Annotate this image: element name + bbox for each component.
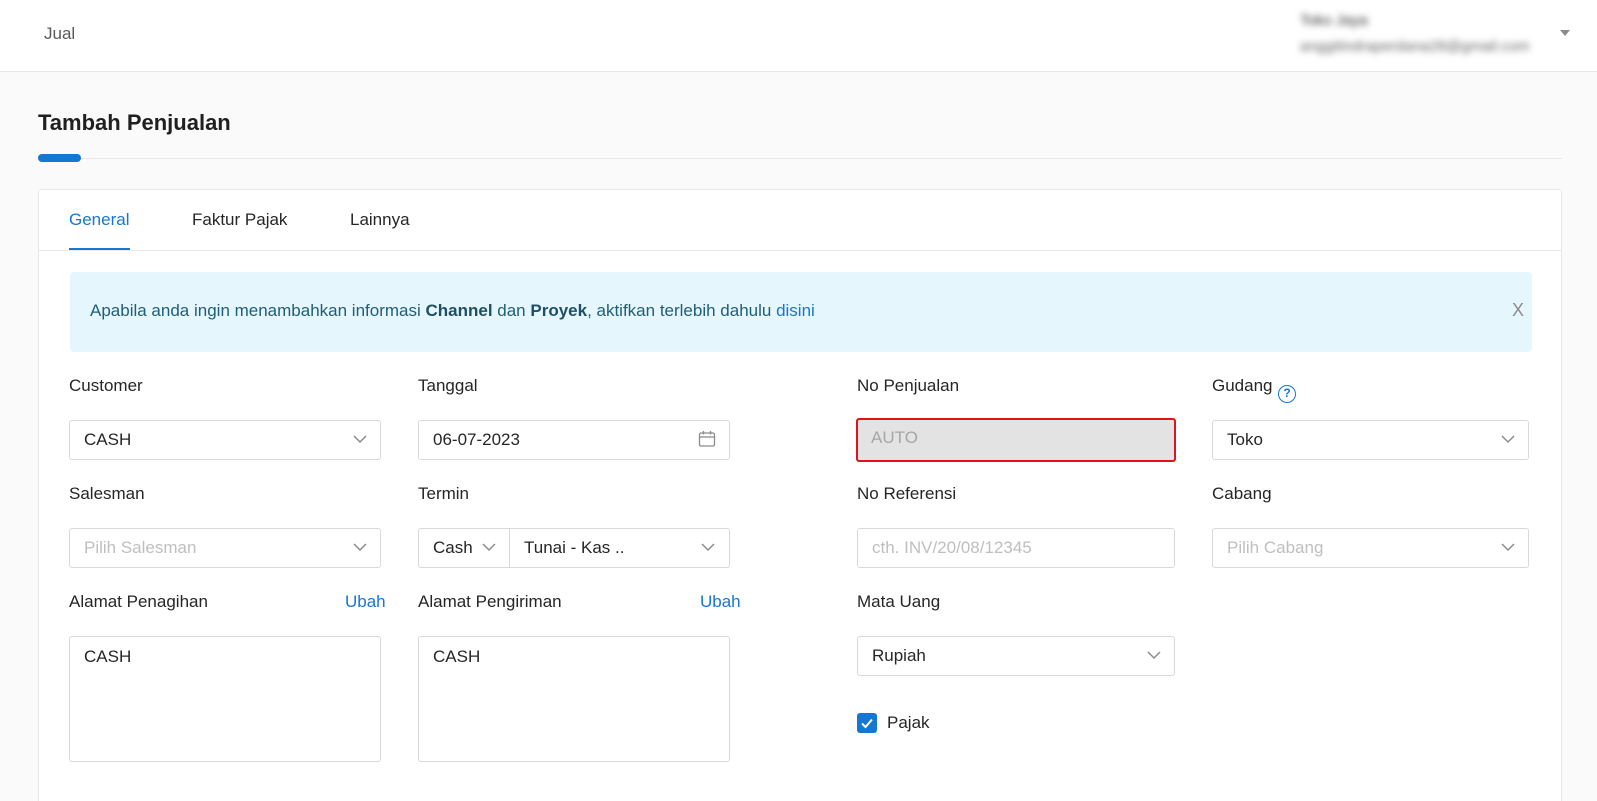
no-referensi-placeholder: cth. INV/20/08/12345 xyxy=(872,538,1032,557)
termin-group: Cash Tunai - Kas .. xyxy=(418,528,730,568)
pajak-label[interactable]: Pajak xyxy=(887,713,930,733)
termin-type-select[interactable]: Cash xyxy=(419,529,509,567)
user-email: anggitindraperdana28@gmail.com xyxy=(1300,38,1530,55)
customer-label: Customer xyxy=(69,376,143,395)
termin-account-value: Tunai - Kas .. xyxy=(524,538,625,557)
title-accent-bar xyxy=(38,154,81,162)
user-name: Toko Jaya xyxy=(1300,12,1368,29)
check-icon xyxy=(861,718,873,729)
help-icon[interactable]: ? xyxy=(1278,385,1296,403)
customer-value: CASH xyxy=(84,430,132,449)
alamat-penagihan-value: CASH xyxy=(84,647,132,666)
chevron-down-icon xyxy=(1501,435,1515,444)
chevron-down-icon xyxy=(1501,543,1515,552)
alert-proyek: Proyek xyxy=(530,301,588,320)
salesman-placeholder: Pilih Salesman xyxy=(84,538,197,557)
mata-uang-value: Rupiah xyxy=(872,646,926,665)
alamat-pengiriman-value: CASH xyxy=(433,647,481,666)
no-referensi-label: No Referensi xyxy=(857,484,957,503)
pajak-checkbox[interactable] xyxy=(857,713,877,733)
tanggal-datepicker[interactable]: 06-07-2023 xyxy=(418,420,730,460)
tanggal-label: Tanggal xyxy=(418,376,478,395)
gudang-value: Toko xyxy=(1227,430,1263,449)
title-divider xyxy=(38,158,1562,159)
chevron-down-icon xyxy=(353,435,367,444)
alamat-pengiriman-textarea[interactable]: CASH xyxy=(418,636,730,762)
alamat-penagihan-label: Alamat Penagihan xyxy=(69,592,208,611)
tab-lainnya[interactable]: Lainnya xyxy=(350,210,410,230)
caret-down-icon[interactable] xyxy=(1560,30,1570,36)
salesman-label: Salesman xyxy=(69,484,145,503)
cabang-placeholder: Pilih Cabang xyxy=(1227,538,1324,557)
page-title: Tambah Penjualan xyxy=(38,110,231,135)
info-alert: Apabila anda ingin menambahkan informasi… xyxy=(70,272,1532,352)
alert-channel: Channel xyxy=(425,301,493,320)
chevron-down-icon xyxy=(1147,651,1161,660)
user-menu[interactable]: Toko Jaya anggitindraperdana28@gmail.com xyxy=(1300,10,1560,60)
gudang-select[interactable]: Toko xyxy=(1212,420,1529,460)
ubah-pengiriman-link[interactable]: Ubah xyxy=(700,592,741,612)
tab-faktur-pajak[interactable]: Faktur Pajak xyxy=(192,210,287,230)
mata-uang-select[interactable]: Rupiah xyxy=(857,636,1175,676)
no-penjualan-input[interactable]: AUTO xyxy=(856,418,1176,462)
cabang-select[interactable]: Pilih Cabang xyxy=(1212,528,1529,568)
top-bar: Jual Toko Jaya anggitindraperdana28@gmai… xyxy=(0,0,1597,72)
alert-link-disini[interactable]: disini xyxy=(776,301,815,320)
no-referensi-input[interactable]: cth. INV/20/08/12345 xyxy=(857,528,1175,568)
tab-general[interactable]: General xyxy=(69,210,129,230)
tab-bar: General Faktur Pajak Lainnya xyxy=(39,190,1561,251)
breadcrumb[interactable]: Jual xyxy=(44,24,75,44)
salesman-select[interactable]: Pilih Salesman xyxy=(69,528,381,568)
termin-type-value: Cash xyxy=(433,538,473,557)
close-icon[interactable]: X xyxy=(1512,300,1524,321)
mata-uang-label: Mata Uang xyxy=(857,592,941,611)
alamat-pengiriman-label: Alamat Pengiriman xyxy=(418,592,562,611)
termin-account-select[interactable]: Tunai - Kas .. xyxy=(510,529,729,567)
cabang-label: Cabang xyxy=(1212,484,1272,503)
gudang-label: Gudang xyxy=(1212,376,1273,395)
active-tab-indicator xyxy=(69,248,130,250)
termin-label: Termin xyxy=(418,484,470,503)
alamat-penagihan-textarea[interactable]: CASH xyxy=(69,636,381,762)
tanggal-value: 06-07-2023 xyxy=(433,430,520,449)
chevron-down-icon xyxy=(701,543,715,552)
alert-message: Apabila anda ingin menambahkan informasi… xyxy=(90,301,815,320)
chevron-down-icon xyxy=(482,543,496,552)
calendar-icon xyxy=(698,431,716,447)
no-penjualan-label: No Penjualan xyxy=(857,376,960,395)
customer-select[interactable]: CASH xyxy=(69,420,381,460)
chevron-down-icon xyxy=(353,543,367,552)
no-penjualan-value: AUTO xyxy=(871,428,918,447)
ubah-penagihan-link[interactable]: Ubah xyxy=(345,592,386,612)
